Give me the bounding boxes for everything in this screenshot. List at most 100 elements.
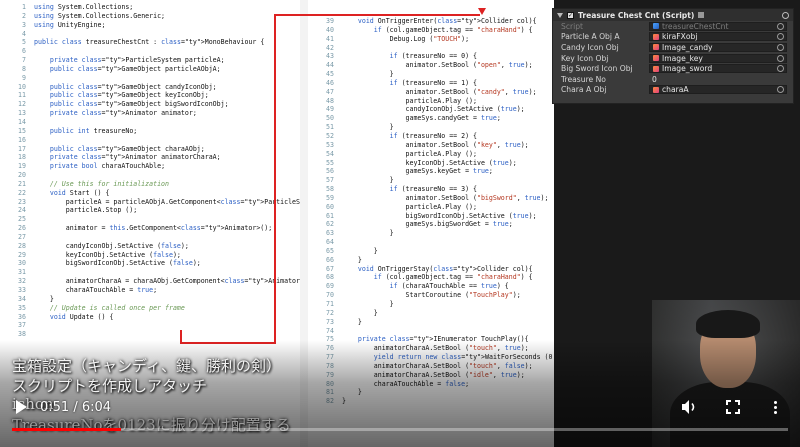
object-reference-field[interactable]: kiraFXobj: [649, 32, 787, 42]
code-text: if (col.gameObject.tag == "charaHand") {: [373, 25, 533, 34]
line-number: 14: [18, 117, 26, 126]
code-text: void Start () {: [49, 188, 110, 197]
code-text: }: [34, 294, 54, 303]
inspector-field-row: Script treasureChestCnt: [553, 21, 793, 32]
code-text: animatorCharaA = charaAObj.GetComponent<…: [34, 277, 300, 286]
code-text: using UnityEngine;: [34, 20, 106, 29]
code-line: 12 public class="ty">GameObject bigSword…: [4, 100, 300, 109]
object-reference-field[interactable]: Image_key: [649, 53, 787, 63]
line-number: 60: [326, 202, 334, 211]
code-line: 6: [4, 47, 300, 56]
field-label: Candy Icon Obj: [561, 42, 619, 52]
video-frame: 1 using System.Collections; 2 using System.…: [0, 0, 800, 447]
code-line: 26 animator = this.GetComponent<class="t…: [4, 224, 300, 233]
code-line: 66 }: [312, 256, 554, 265]
line-number: 17: [18, 144, 26, 153]
code-line: 51 }: [312, 123, 554, 132]
enabled-checkbox[interactable]: ✓: [567, 11, 574, 19]
line-number: 61: [326, 211, 334, 220]
object-picker-icon[interactable]: [777, 65, 784, 73]
line-number: 20: [18, 171, 26, 180]
code-text: gameSys.bigSwordGet = true;: [342, 220, 513, 229]
object-picker-icon[interactable]: [777, 54, 784, 62]
inspector-field-row: Treasure No 0: [553, 74, 793, 85]
int-field[interactable]: 0: [649, 75, 787, 84]
field-value: Image_key: [662, 53, 703, 63]
gear-icon[interactable]: [782, 11, 789, 19]
code-line: 32 animatorCharaA = charaAObj.GetCompone…: [4, 277, 300, 286]
line-number: 56: [326, 167, 334, 176]
object-picker-icon[interactable]: [777, 43, 784, 51]
annotation-arrow: [478, 8, 486, 15]
code-line: 11 public class="ty">GameObject keyIconO…: [4, 91, 300, 100]
code-text: gameSys.candyGet = true;: [342, 114, 501, 123]
code-text: StartCoroutine ("TouchPlay");: [342, 291, 521, 300]
line-number: 58: [326, 185, 334, 194]
code-text: // Use this for initialization: [34, 179, 169, 188]
code-line: 57 }: [312, 176, 554, 185]
line-number: 46: [326, 78, 334, 87]
object-picker-icon[interactable]: [777, 33, 784, 41]
object-reference-field[interactable]: Image_sword: [649, 64, 787, 74]
code-line: 60 particleA.Play ();: [312, 203, 554, 212]
code-text: }: [342, 300, 394, 308]
play-button[interactable]: [16, 397, 28, 417]
code-line: 17 public class="ty">GameObject charaAOb…: [4, 145, 300, 154]
more-options-button[interactable]: [772, 397, 778, 417]
object-picker-icon[interactable]: [777, 86, 784, 94]
field-value: treasureChestCnt: [662, 21, 729, 31]
line-number: 63: [326, 229, 334, 238]
fullscreen-button[interactable]: [726, 397, 740, 417]
more-vert-icon: [773, 400, 777, 404]
code-text: if (treasureNo == 0) {: [389, 52, 477, 61]
code-text: animator.SetBool ("key", true);: [342, 140, 529, 149]
code-text: private class="ty">ParticleSystem partic…: [49, 56, 225, 65]
code-text: animator.SetBool ("bigSword", true);: [342, 193, 549, 202]
line-number: 15: [18, 126, 26, 135]
code-line: 3 using UnityEngine;: [4, 21, 300, 30]
code-line: 65 }: [312, 247, 554, 256]
line-number: 71: [326, 300, 334, 308]
gameobject-icon: [653, 55, 659, 62]
code-line: 61 bigSwordIconObj.SetActive (true);: [312, 212, 554, 221]
code-line: 67 void OnTriggerStay(class="ty">Collide…: [312, 265, 554, 274]
line-number: 11: [18, 91, 26, 100]
time-separator: /: [69, 399, 82, 415]
line-number: 73: [326, 317, 334, 326]
code-text: particleA = particleAObjA.GetComponent<c…: [34, 197, 300, 206]
line-number: 24: [18, 206, 26, 215]
component-title: Treasure Chest Cnt (Script): [578, 10, 695, 20]
code-text: particleA.Stop ();: [34, 206, 138, 215]
line-number: 29: [18, 250, 26, 259]
code-line: 18 private class="ty">Animator animatorC…: [4, 153, 300, 162]
line-number: 59: [326, 193, 334, 202]
code-line: 22 void Start () {: [4, 189, 300, 198]
code-text: gameSys.keyGet = true;: [342, 167, 493, 176]
code-line: 44 animator.SetBool ("open", true);: [312, 61, 554, 70]
line-number: 62: [326, 220, 334, 229]
line-number: 34: [18, 294, 26, 303]
line-number: 9: [22, 73, 26, 82]
code-line: 35 // Update is called once per frame: [4, 304, 300, 313]
line-number: 27: [18, 232, 26, 241]
volume-button[interactable]: [680, 397, 698, 417]
code-line: 23 particleA = particleAObjA.GetComponen…: [4, 198, 300, 207]
progress-bar[interactable]: [12, 428, 788, 431]
object-reference-field[interactable]: Image_candy: [649, 42, 787, 52]
code-line: 49 candyIconObj.SetActive (true);: [312, 105, 554, 114]
foldout-icon[interactable]: [557, 12, 563, 18]
code-line: 52 if (treasureNo == 2) {: [312, 132, 554, 141]
line-number: 66: [326, 255, 334, 264]
field-label: Big Sword Icon Obj: [561, 64, 633, 74]
line-number: 30: [18, 259, 26, 268]
line-number: 33: [18, 286, 26, 294]
object-reference-field[interactable]: charaA: [649, 85, 787, 95]
component-header[interactable]: ✓ Treasure Chest Cnt (Script): [553, 9, 793, 21]
line-number: 53: [326, 140, 334, 149]
code-line: 37: [4, 321, 300, 330]
help-icon[interactable]: [698, 12, 705, 18]
line-number: 38: [18, 330, 26, 339]
code-line: 38: [4, 330, 300, 339]
line-number: 52: [326, 131, 334, 140]
code-text: animator.SetBool ("open", true);: [342, 61, 533, 70]
